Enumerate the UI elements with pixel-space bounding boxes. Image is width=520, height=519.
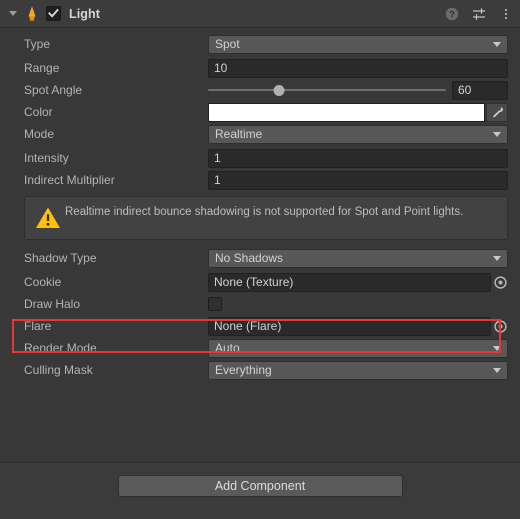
help-question-icon[interactable]: ?	[444, 6, 460, 22]
type-dropdown-value: Spot	[215, 37, 240, 51]
add-component-area: Add Component	[0, 463, 520, 519]
warning-message: Realtime indirect bounce shadowing is no…	[65, 206, 464, 218]
label-culling-mask: Culling Mask	[24, 363, 93, 377]
row-render-mode: Render Mode Auto	[0, 338, 520, 358]
label-flare: Flare	[24, 319, 52, 333]
label-cookie: Cookie	[24, 275, 62, 289]
spot-angle-value-input[interactable]: 60	[452, 80, 508, 100]
label-intensity: Intensity	[24, 151, 69, 165]
slider-track	[208, 89, 446, 91]
draw-halo-checkbox[interactable]	[208, 297, 222, 311]
object-picker-icon[interactable]	[493, 273, 508, 292]
shadow-type-dropdown-value: No Shadows	[215, 251, 284, 265]
foldout-triangle-icon[interactable]	[6, 7, 20, 21]
chevron-down-icon	[493, 131, 501, 137]
label-draw-halo: Draw Halo	[24, 297, 81, 311]
render-mode-dropdown-value: Auto	[215, 341, 240, 355]
row-indirect-multiplier: Indirect Multiplier 1	[0, 170, 520, 190]
warning-helpbox: Realtime indirect bounce shadowing is no…	[24, 196, 508, 240]
label-render-mode: Render Mode	[24, 341, 97, 355]
indirect-multiplier-input[interactable]: 1	[208, 170, 508, 190]
label-indirect-multiplier: Indirect Multiplier	[24, 173, 115, 187]
row-spot-angle: Spot Angle 60	[0, 80, 520, 100]
render-mode-dropdown[interactable]: Auto	[208, 338, 508, 358]
component-header: Light ?	[0, 0, 520, 28]
preset-sliders-icon[interactable]	[471, 6, 487, 22]
row-mode: Mode Realtime	[0, 124, 520, 144]
inspector-body: Type Spot Range 10 Spot Angle 60 Color M…	[0, 28, 520, 380]
object-picker-icon[interactable]	[493, 317, 508, 336]
label-shadow-type: Shadow Type	[24, 251, 97, 265]
color-swatch[interactable]	[208, 102, 485, 122]
warning-triangle-icon	[33, 204, 63, 230]
chevron-down-icon	[493, 345, 501, 351]
cookie-object-field[interactable]: None (Texture)	[208, 272, 491, 292]
spot-angle-slider[interactable]	[208, 81, 446, 100]
label-range: Range	[24, 61, 60, 75]
row-culling-mask: Culling Mask Everything	[0, 360, 520, 380]
chevron-down-icon	[493, 41, 501, 47]
row-intensity: Intensity 1	[0, 148, 520, 168]
svg-text:?: ?	[449, 9, 455, 20]
label-color: Color	[24, 105, 53, 119]
type-dropdown[interactable]: Spot	[208, 34, 508, 54]
light-bulb-icon	[22, 4, 42, 24]
flare-object-field[interactable]: None (Flare)	[208, 316, 491, 336]
row-flare: Flare None (Flare)	[0, 316, 520, 336]
label-type: Type	[24, 37, 51, 51]
range-input[interactable]: 10	[208, 58, 508, 78]
add-component-button[interactable]: Add Component	[117, 475, 403, 497]
row-shadow-type: Shadow Type No Shadows	[0, 248, 520, 268]
component-enabled-checkbox[interactable]	[46, 6, 61, 21]
row-range: Range 10	[0, 58, 520, 78]
eyedropper-icon[interactable]	[486, 102, 508, 122]
culling-mask-dropdown-value: Everything	[215, 363, 272, 377]
light-component-inspector: Light ? Type Spot Range 10 Spot Angle 60…	[0, 0, 520, 519]
row-cookie: Cookie None (Texture)	[0, 272, 520, 292]
mode-dropdown-value: Realtime	[215, 127, 263, 141]
mode-dropdown[interactable]: Realtime	[208, 124, 508, 144]
slider-handle[interactable]	[273, 84, 285, 96]
row-draw-halo: Draw Halo	[0, 294, 520, 314]
chevron-down-icon	[493, 255, 501, 261]
intensity-input[interactable]: 1	[208, 148, 508, 168]
chevron-down-icon	[493, 367, 501, 373]
row-type: Type Spot	[0, 34, 520, 54]
header-icon-group: ?	[444, 0, 514, 28]
vertical-three-dots-icon[interactable]	[498, 6, 514, 22]
label-mode: Mode	[24, 127, 55, 141]
label-spot-angle: Spot Angle	[24, 83, 83, 97]
component-title: Light	[69, 6, 101, 21]
row-color: Color	[0, 102, 520, 122]
culling-mask-dropdown[interactable]: Everything	[208, 360, 508, 380]
shadow-type-dropdown[interactable]: No Shadows	[208, 248, 508, 268]
